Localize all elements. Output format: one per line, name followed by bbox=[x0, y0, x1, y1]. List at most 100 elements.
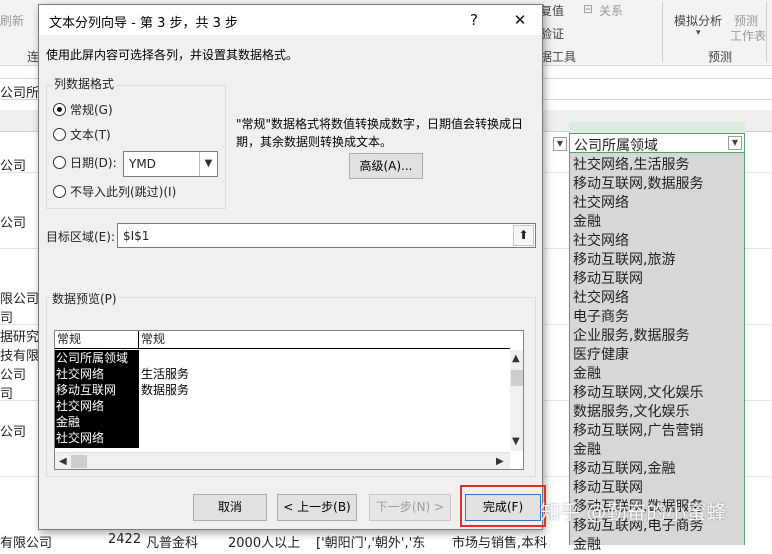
data-tools-group-label: 据工具 bbox=[540, 50, 577, 64]
destination-value: $I$1 bbox=[123, 229, 150, 243]
chevron-down-icon[interactable]: ▼ bbox=[199, 152, 217, 176]
watermark: 知乎 @勤奋的小蜜蜂 bbox=[540, 500, 727, 524]
ribbon-separator bbox=[662, 2, 663, 62]
cell-left[interactable]: 据研究 bbox=[0, 326, 39, 345]
scroll-right-icon[interactable]: ▶ bbox=[496, 456, 504, 468]
column-i-cell[interactable]: 医疗健康 bbox=[573, 344, 629, 364]
column-i-cell[interactable]: 金融 bbox=[573, 363, 601, 383]
text-to-columns-dialog: 文本分列向导 - 第 3 步，共 3 步 ? ✕ 使用此屏内容可选择各列，并设置… bbox=[38, 4, 546, 530]
preview-cell: 生活服务 bbox=[141, 367, 190, 381]
column-i-cell[interactable]: 社交网络 bbox=[573, 230, 629, 250]
filter-dropdown-icon[interactable]: ▼ bbox=[728, 136, 742, 150]
collapse-dialog-icon[interactable]: ⬆ bbox=[513, 225, 534, 246]
back-button[interactable]: < 上一步(B) bbox=[277, 494, 357, 521]
preview-cell: 移动互联网 bbox=[56, 383, 117, 397]
cell-left[interactable]: 有限公司 bbox=[0, 532, 52, 551]
remove-duplicates-label[interactable]: 复值 bbox=[540, 2, 564, 19]
advanced-button[interactable]: 高级(A)... bbox=[349, 153, 423, 179]
cell-left[interactable]: 公司 bbox=[0, 212, 26, 231]
date-format-select[interactable]: YMD ▼ bbox=[123, 151, 218, 177]
radio-text-label: 文本(T) bbox=[70, 128, 111, 142]
cell-left[interactable]: 技有限 bbox=[0, 345, 39, 364]
cell-left[interactable]: 公司 bbox=[0, 421, 26, 440]
preview-cell: 社交网络 bbox=[56, 367, 105, 381]
column-i-cell[interactable]: 社交网络 bbox=[573, 192, 629, 212]
column-i-header-text: 公司所属领域 bbox=[574, 138, 658, 154]
refresh-label[interactable]: 刷新 bbox=[0, 12, 24, 29]
filter-dropdown-icon[interactable]: ▼ bbox=[553, 137, 567, 151]
dialog-titlebar: 文本分列向导 - 第 3 步，共 3 步 ? ✕ bbox=[39, 5, 542, 35]
forecast-sheet-sublabel: 工作表 bbox=[730, 29, 767, 43]
cell-left[interactable]: 限公司 bbox=[0, 288, 39, 307]
column-i-cell[interactable]: 金融 bbox=[573, 534, 601, 554]
cell[interactable]: 凡普金科 bbox=[146, 532, 198, 551]
column-i-cell[interactable]: 移动互联网,广告营销 bbox=[573, 420, 703, 440]
scroll-thumb[interactable] bbox=[511, 370, 523, 386]
column-format-label: 列数据格式 bbox=[52, 75, 117, 92]
scroll-up-icon[interactable]: ▲ bbox=[512, 353, 520, 365]
radio-text[interactable]: 文本(T) bbox=[53, 126, 111, 144]
finish-highlight-box bbox=[460, 485, 546, 527]
radio-date[interactable]: 日期(D): bbox=[53, 154, 117, 172]
destination-field[interactable]: $I$1 ⬆ bbox=[117, 223, 536, 248]
column-i-cell[interactable]: 移动互联网,文化娱乐 bbox=[573, 382, 703, 402]
ribbon-separator bbox=[766, 2, 767, 62]
relations-label[interactable]: 关系 bbox=[599, 2, 623, 19]
cell[interactable]: ['朝阳门','朝外','东 bbox=[316, 532, 425, 551]
preview-horizontal-scrollbar[interactable]: ◀ ▶ bbox=[55, 452, 510, 469]
scroll-thumb[interactable] bbox=[71, 455, 87, 468]
forecast-group-label: 预测 bbox=[708, 50, 733, 64]
cell[interactable]: 市场与销售,本科 bbox=[452, 532, 547, 551]
scroll-down-icon[interactable]: ▼ bbox=[512, 436, 520, 448]
destination-label: 目标区域(E): bbox=[46, 230, 115, 244]
column-i-cell[interactable]: 金融 bbox=[573, 439, 601, 459]
cell-left[interactable]: 公司 bbox=[0, 155, 26, 174]
column-i-header-cell[interactable]: 公司所属领域 ▼ bbox=[569, 133, 745, 154]
column-i-cell[interactable]: 移动互联网 bbox=[573, 268, 643, 288]
what-if-analysis-button[interactable]: 模拟分析 bbox=[674, 12, 722, 29]
radio-skip-label: 不导入此列(跳过)(I) bbox=[70, 185, 177, 199]
cell-left[interactable]: 公司 bbox=[0, 364, 26, 383]
cell-left[interactable]: 司 bbox=[0, 307, 13, 326]
date-format-value: YMD bbox=[129, 157, 156, 171]
column-i-cell[interactable]: 金融 bbox=[573, 211, 601, 231]
preview-cell: 金融 bbox=[56, 415, 81, 429]
preview-column-header[interactable]: 常规 bbox=[55, 331, 139, 349]
data-validation-label[interactable]: 验证 bbox=[540, 25, 564, 42]
column-i-cell[interactable]: 移动互联网,数据服务 bbox=[573, 173, 703, 193]
column-i-cell[interactable]: 移动互联网 bbox=[573, 477, 643, 497]
help-button[interactable]: ? bbox=[461, 8, 487, 32]
close-button[interactable]: ✕ bbox=[507, 8, 533, 32]
radio-icon[interactable] bbox=[53, 185, 66, 198]
cancel-button[interactable]: 取消 bbox=[193, 494, 267, 521]
preview-cell: 社交网络 bbox=[56, 431, 105, 445]
format-info-text: "常规"数据格式将数值转换成数字，日期值会转换成日期，其余数据则转换成文本。 bbox=[236, 117, 524, 149]
preview-cell: 数据服务 bbox=[141, 383, 190, 397]
radio-date-label: 日期(D): bbox=[70, 156, 117, 170]
column-i-cell[interactable]: 社交网络 bbox=[573, 287, 629, 307]
radio-icon[interactable] bbox=[53, 156, 66, 169]
relations-icon[interactable]: ⊟ bbox=[583, 2, 593, 16]
column-i-cell[interactable]: 社交网络,生活服务 bbox=[573, 154, 689, 174]
column-i-cell[interactable]: 移动互联网,金融 bbox=[573, 458, 675, 478]
radio-general-label: 常规(G) bbox=[70, 103, 113, 117]
next-button[interactable]: 下一步(N) > bbox=[369, 494, 451, 521]
dialog-title: 文本分列向导 - 第 3 步，共 3 步 bbox=[49, 16, 239, 31]
radio-skip[interactable]: 不导入此列(跳过)(I) bbox=[53, 183, 176, 201]
dialog-description: 使用此屏内容可选择各列，并设置其数据格式。 bbox=[46, 48, 299, 62]
radio-general[interactable]: 常规(G) bbox=[53, 101, 113, 119]
column-i-selected-header[interactable] bbox=[569, 122, 745, 133]
preview-cell: 社交网络 bbox=[56, 399, 105, 413]
data-preview-pane[interactable]: 常规 常规 公司所属领域 社交网络 生活服务 移动互联网 数据服务 社交网络 金融 社交网络 … bbox=[54, 330, 524, 470]
column-i-cell[interactable]: 移动互联网,旅游 bbox=[573, 249, 675, 269]
cell-left[interactable]: 司 bbox=[0, 383, 13, 402]
column-i-cell[interactable]: 企业服务,数据服务 bbox=[573, 325, 689, 345]
preview-vertical-scrollbar[interactable]: ▲ ▼ bbox=[510, 350, 523, 451]
cell[interactable]: 2000人以上 bbox=[228, 532, 300, 551]
column-i-cell[interactable]: 数据服务,文化娱乐 bbox=[573, 401, 689, 421]
radio-selected-icon[interactable] bbox=[53, 103, 66, 116]
preview-column-header[interactable]: 常规 bbox=[139, 331, 510, 349]
column-i-cell[interactable]: 电子商务 bbox=[573, 306, 629, 326]
radio-icon[interactable] bbox=[53, 128, 66, 141]
scroll-left-icon[interactable]: ◀ bbox=[59, 456, 67, 468]
